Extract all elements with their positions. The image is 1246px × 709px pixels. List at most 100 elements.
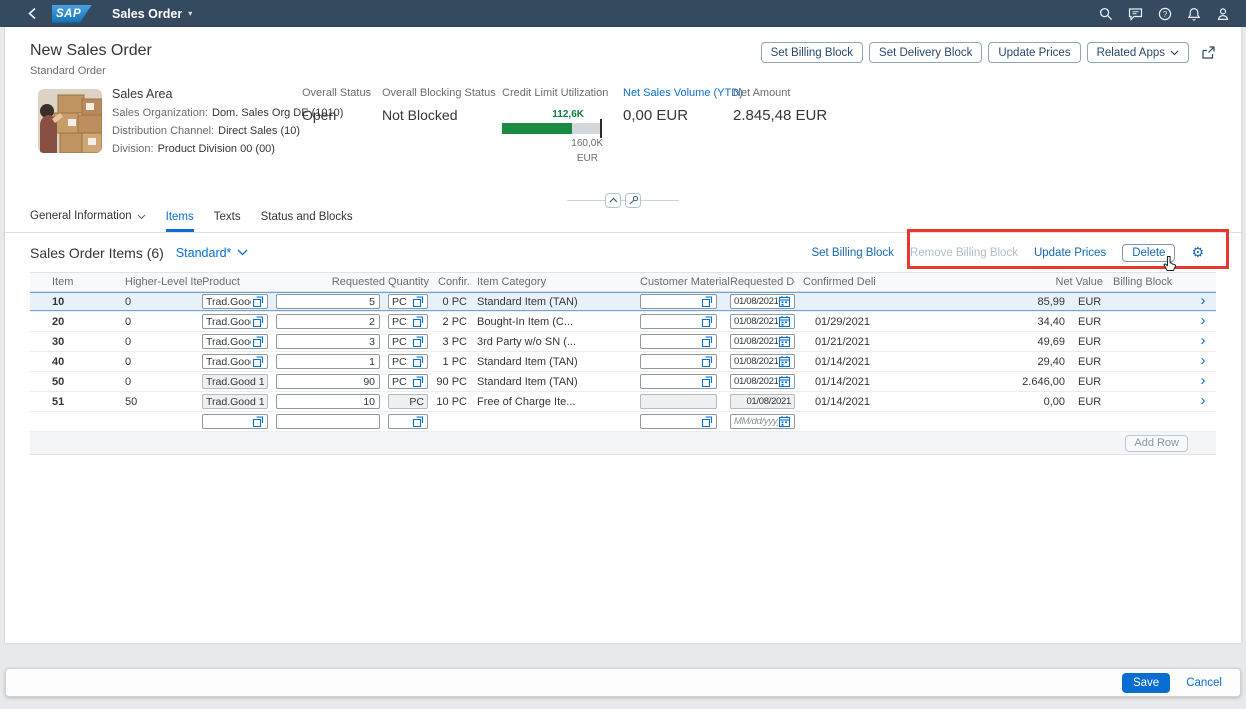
row-nav-icon[interactable]: ›: [1201, 355, 1206, 368]
collapse-header-icon[interactable]: [605, 193, 621, 208]
tab-status-and-blocks[interactable]: Status and Blocks: [261, 211, 353, 232]
col-requested-delivery[interactable]: Requested Delive...: [730, 276, 795, 288]
requested-delivery-date-input[interactable]: 01/08/2021: [730, 314, 795, 329]
cell-item: 30: [30, 336, 125, 348]
toolbar-update-prices-button[interactable]: Update Prices: [1034, 247, 1106, 259]
quantity-input[interactable]: [276, 414, 380, 429]
cell-higher-level: 50: [125, 396, 202, 408]
tab-items[interactable]: Items: [166, 211, 194, 232]
update-prices-button[interactable]: Update Prices: [988, 42, 1080, 63]
product-input[interactable]: [202, 414, 268, 429]
tab-texts[interactable]: Texts: [214, 211, 241, 232]
unit-input[interactable]: [388, 414, 428, 429]
calendar-icon: [778, 415, 791, 428]
customer-material-input[interactable]: [640, 314, 717, 329]
row-nav-icon[interactable]: ›: [1201, 335, 1206, 348]
customer-material-input[interactable]: [640, 294, 717, 309]
quantity-input[interactable]: 5: [276, 294, 380, 309]
table-row[interactable]: 30 0 Trad.Good ... 3 PC 3 PC 3rd Party w…: [30, 332, 1216, 352]
cell-net-value: 85,99: [875, 296, 1070, 308]
col-higher-level[interactable]: Higher-Level Item: [125, 276, 202, 288]
related-apps-button[interactable]: Related Apps: [1087, 42, 1189, 63]
customer-material-input: [640, 394, 717, 409]
page-subtitle: Standard Order: [30, 65, 152, 77]
table-row[interactable]: 10 0 Trad.Good ... 5 PC 0 PC Standard It…: [30, 292, 1216, 312]
calendar-icon: [778, 355, 791, 368]
cell-currency: EUR: [1070, 376, 1110, 388]
feedback-icon[interactable]: [1128, 7, 1143, 21]
row-nav-icon[interactable]: ›: [1201, 395, 1206, 408]
calendar-icon: [778, 315, 791, 328]
cell-item: 51: [30, 396, 125, 408]
customer-material-input[interactable]: [640, 334, 717, 349]
set-billing-block-button[interactable]: Set Billing Block: [761, 42, 863, 63]
notifications-icon[interactable]: [1187, 7, 1201, 21]
value-help-icon: [700, 415, 713, 428]
row-nav-icon[interactable]: ›: [1201, 315, 1206, 328]
col-customer-material[interactable]: Customer Material: [640, 276, 730, 288]
requested-delivery-date-input[interactable]: 01/08/2021: [730, 294, 795, 309]
variant-selector[interactable]: Standard*: [176, 246, 249, 260]
pin-header-icon[interactable]: [625, 193, 641, 208]
quantity-input[interactable]: 1: [276, 354, 380, 369]
customer-material-input[interactable]: [640, 374, 717, 389]
app-title-menu[interactable]: Sales Order▾: [112, 7, 192, 21]
quantity-input[interactable]: 3: [276, 334, 380, 349]
col-confirmed[interactable]: Confir...: [432, 276, 471, 288]
facet-net-amount: Net Amount 2.845,48 EUR: [733, 87, 827, 124]
save-button[interactable]: Save: [1122, 673, 1170, 693]
col-product[interactable]: Product: [202, 276, 276, 288]
table-row[interactable]: 51 50 Trad.Good 12,R... 10 PC 10 PC Free…: [30, 392, 1216, 412]
user-icon[interactable]: [1216, 7, 1230, 21]
tab-general-information[interactable]: General Information: [30, 209, 146, 232]
unit-input[interactable]: PC: [388, 314, 428, 329]
requested-delivery-date-input[interactable]: 01/08/2021: [730, 334, 795, 349]
help-icon[interactable]: ?: [1158, 7, 1172, 21]
share-icon[interactable]: [1201, 45, 1216, 60]
col-billing-block[interactable]: Billing Block: [1110, 276, 1190, 288]
col-confirmed-delivery[interactable]: Confirmed Deliver...: [795, 276, 875, 288]
product-input[interactable]: Trad.Good ...: [202, 334, 268, 349]
requested-delivery-date-input[interactable]: 01/08/2021: [730, 374, 795, 389]
quantity-input[interactable]: 2: [276, 314, 380, 329]
cancel-button[interactable]: Cancel: [1186, 677, 1222, 689]
requested-delivery-date-input[interactable]: MM/dd/yyyy: [730, 414, 795, 429]
table-row[interactable]: 50 0 Trad.Good 12,R... 90 PC 90 PC Stand…: [30, 372, 1216, 392]
customer-material-input[interactable]: [640, 414, 717, 429]
product-input[interactable]: Trad.Good ...: [202, 314, 268, 329]
toolbar-set-billing-block-button[interactable]: Set Billing Block: [811, 247, 893, 259]
search-icon[interactable]: [1099, 7, 1113, 21]
chevron-down-icon: [137, 211, 146, 223]
requested-delivery-date-input[interactable]: 01/08/2021: [730, 354, 795, 369]
toolbar-delete-button[interactable]: Delete: [1122, 244, 1175, 262]
quantity-input[interactable]: 90: [276, 374, 380, 389]
table-row[interactable]: 40 0 Trad.Good ... 1 PC 1 PC Standard It…: [30, 352, 1216, 372]
net-sales-volume-link[interactable]: Net Sales Volume (YTD): [623, 87, 743, 99]
unit-input[interactable]: PC: [388, 354, 428, 369]
add-row-button[interactable]: Add Row: [1125, 435, 1188, 452]
cell-currency: EUR: [1070, 396, 1110, 408]
col-net-value[interactable]: Net Value: [875, 276, 1110, 288]
row-nav-icon[interactable]: ›: [1201, 375, 1206, 388]
table-settings-gear-icon[interactable]: ⚙: [1191, 246, 1204, 260]
quantity-input[interactable]: 10: [276, 394, 380, 409]
unit-input[interactable]: PC: [388, 374, 428, 389]
back-icon[interactable]: [24, 6, 40, 22]
row-nav-icon[interactable]: ›: [1201, 295, 1206, 308]
table-row[interactable]: 20 0 Trad.Good ... 2 PC 2 PC Bought-In I…: [30, 312, 1216, 332]
bullet-actual-label: 112,6K: [502, 109, 584, 120]
unit-input[interactable]: PC: [388, 334, 428, 349]
col-item-category[interactable]: Item Category: [471, 276, 640, 288]
product-input[interactable]: Trad.Good ...: [202, 354, 268, 369]
cell-item-category: Standard Item (TAN): [471, 356, 640, 368]
cell-higher-level: 0: [125, 336, 202, 348]
unit-input[interactable]: PC: [388, 294, 428, 309]
facet-credit-limit: Credit Limit Utilization 112,6K 160,0K E…: [502, 87, 608, 164]
set-delivery-block-button[interactable]: Set Delivery Block: [869, 42, 982, 63]
product-input[interactable]: Trad.Good ...: [202, 294, 268, 309]
customer-material-input[interactable]: [640, 354, 717, 369]
page-title: New Sales Order: [30, 42, 152, 60]
col-item[interactable]: Item: [30, 276, 125, 288]
col-requested-quantity[interactable]: Requested Quantity: [276, 276, 432, 288]
sales-area-photo: [38, 89, 102, 153]
